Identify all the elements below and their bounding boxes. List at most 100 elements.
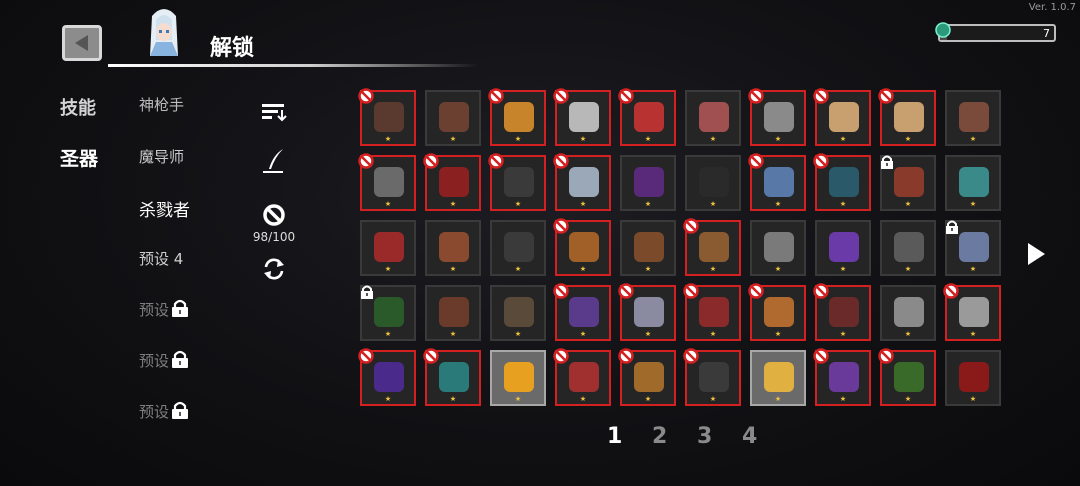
relic-slot[interactable]: ★	[878, 88, 936, 146]
relic-slot[interactable]: ★	[425, 285, 481, 341]
rarity-star-icon: ★	[709, 265, 717, 273]
relic-slot[interactable]: ★	[425, 220, 481, 276]
class-item-preset-6[interactable]: 预设	[139, 350, 190, 371]
relic-slot[interactable]: ★	[813, 153, 871, 211]
relic-slot[interactable]: ★	[748, 153, 806, 211]
relic-slot[interactable]: ★	[683, 218, 741, 276]
relic-slot[interactable]: ★	[490, 285, 546, 341]
edit-button[interactable]	[259, 146, 289, 176]
page-title: 解锁	[210, 36, 255, 61]
rarity-star-icon: ★	[449, 200, 457, 208]
relic-slot[interactable]: ★	[490, 350, 546, 406]
relic-slot[interactable]: ★	[685, 155, 741, 211]
rarity-star-icon: ★	[579, 330, 587, 338]
refresh-button[interactable]	[259, 254, 289, 284]
class-item-preset-7[interactable]: 预设	[139, 401, 190, 422]
relic-slot[interactable]: ★	[618, 283, 676, 341]
relic-slot[interactable]: ★	[360, 285, 416, 341]
relic-slot[interactable]: ★	[553, 153, 611, 211]
ban-icon	[553, 218, 569, 234]
relic-slot[interactable]: ★	[880, 220, 936, 276]
page-3[interactable]: 3	[697, 424, 712, 449]
relic-slot[interactable]: ★	[878, 348, 936, 406]
rarity-star-icon: ★	[839, 330, 847, 338]
class-item-slayer[interactable]: 杀戮者	[139, 196, 190, 221]
rarity-star-icon: ★	[384, 265, 392, 273]
relic-slot[interactable]: ★	[553, 88, 611, 146]
class-item-mage[interactable]: 魔导师	[139, 146, 184, 167]
back-button[interactable]	[62, 25, 102, 61]
relic-slot[interactable]: ★	[490, 220, 546, 276]
relic-slot[interactable]: ★	[358, 88, 416, 146]
relic-slot[interactable]: ★	[813, 283, 871, 341]
relic-slot[interactable]: ★	[750, 220, 806, 276]
relic-slot[interactable]: ★	[553, 218, 611, 276]
relic-item-icon	[569, 297, 599, 327]
relic-slot[interactable]: ★	[945, 90, 1001, 146]
relic-slot[interactable]: ★	[683, 283, 741, 341]
relic-slot[interactable]: ★	[620, 220, 676, 276]
relic-slot[interactable]: ★	[360, 220, 416, 276]
relic-slot[interactable]: ★	[553, 348, 611, 406]
relic-item-icon	[959, 297, 989, 327]
next-page-arrow-icon[interactable]	[1024, 240, 1048, 268]
relic-slot[interactable]: ★	[425, 90, 481, 146]
class-item-preset-5[interactable]: 预设	[139, 299, 190, 320]
sort-button[interactable]	[259, 97, 289, 127]
relic-slot[interactable]: ★	[618, 88, 676, 146]
ban-filter-button[interactable]	[259, 200, 289, 230]
rarity-star-icon: ★	[839, 395, 847, 403]
rarity-star-icon: ★	[969, 395, 977, 403]
ban-icon	[618, 348, 634, 364]
relic-slot[interactable]: ★	[750, 350, 806, 406]
relic-item-icon	[764, 102, 794, 132]
preset-label: 预设	[139, 403, 170, 421]
rarity-star-icon: ★	[709, 330, 717, 338]
page-1[interactable]: 1	[607, 424, 622, 449]
rarity-star-icon: ★	[449, 330, 457, 338]
relic-slot[interactable]: ★	[748, 88, 806, 146]
rarity-star-icon: ★	[644, 135, 652, 143]
relic-slot[interactable]: ★	[945, 220, 1001, 276]
relic-slot[interactable]: ★	[943, 283, 1001, 341]
sort-icon	[262, 104, 287, 122]
class-item-preset-4[interactable]: 预设 4	[139, 248, 183, 269]
relic-slot[interactable]: ★	[880, 285, 936, 341]
ban-count: 98/100	[252, 230, 296, 244]
tab-skills[interactable]: 技能	[60, 94, 96, 120]
gem-icon	[935, 22, 951, 38]
relic-slot[interactable]: ★	[423, 153, 481, 211]
relic-slot[interactable]: ★	[685, 90, 741, 146]
relic-item-icon	[699, 362, 729, 392]
relic-slot[interactable]: ★	[683, 348, 741, 406]
class-item-gunner[interactable]: 神枪手	[139, 94, 184, 115]
rarity-star-icon: ★	[709, 135, 717, 143]
lock-icon	[361, 285, 373, 299]
rarity-star-icon: ★	[579, 135, 587, 143]
page-2[interactable]: 2	[652, 424, 667, 449]
relic-slot[interactable]: ★	[358, 153, 416, 211]
lock-icon	[172, 401, 189, 419]
relic-slot[interactable]: ★	[620, 155, 676, 211]
relic-slot[interactable]: ★	[880, 155, 936, 211]
relic-slot[interactable]: ★	[813, 348, 871, 406]
relic-slot[interactable]: ★	[553, 283, 611, 341]
ban-icon	[748, 153, 764, 169]
relic-slot[interactable]: ★	[748, 283, 806, 341]
ban-icon	[263, 204, 285, 226]
relic-slot[interactable]: ★	[815, 220, 871, 276]
relic-item-icon	[699, 102, 729, 132]
relic-item-icon	[764, 232, 794, 262]
tab-relics[interactable]: 圣器	[60, 144, 98, 171]
preset-label: 预设	[139, 301, 170, 319]
relic-slot[interactable]: ★	[488, 88, 546, 146]
rarity-star-icon: ★	[644, 330, 652, 338]
relic-slot[interactable]: ★	[488, 153, 546, 211]
relic-slot[interactable]: ★	[945, 350, 1001, 406]
relic-slot[interactable]: ★	[813, 88, 871, 146]
relic-slot[interactable]: ★	[945, 155, 1001, 211]
page-4[interactable]: 4	[742, 424, 757, 449]
relic-slot[interactable]: ★	[358, 348, 416, 406]
relic-slot[interactable]: ★	[618, 348, 676, 406]
relic-slot[interactable]: ★	[423, 348, 481, 406]
